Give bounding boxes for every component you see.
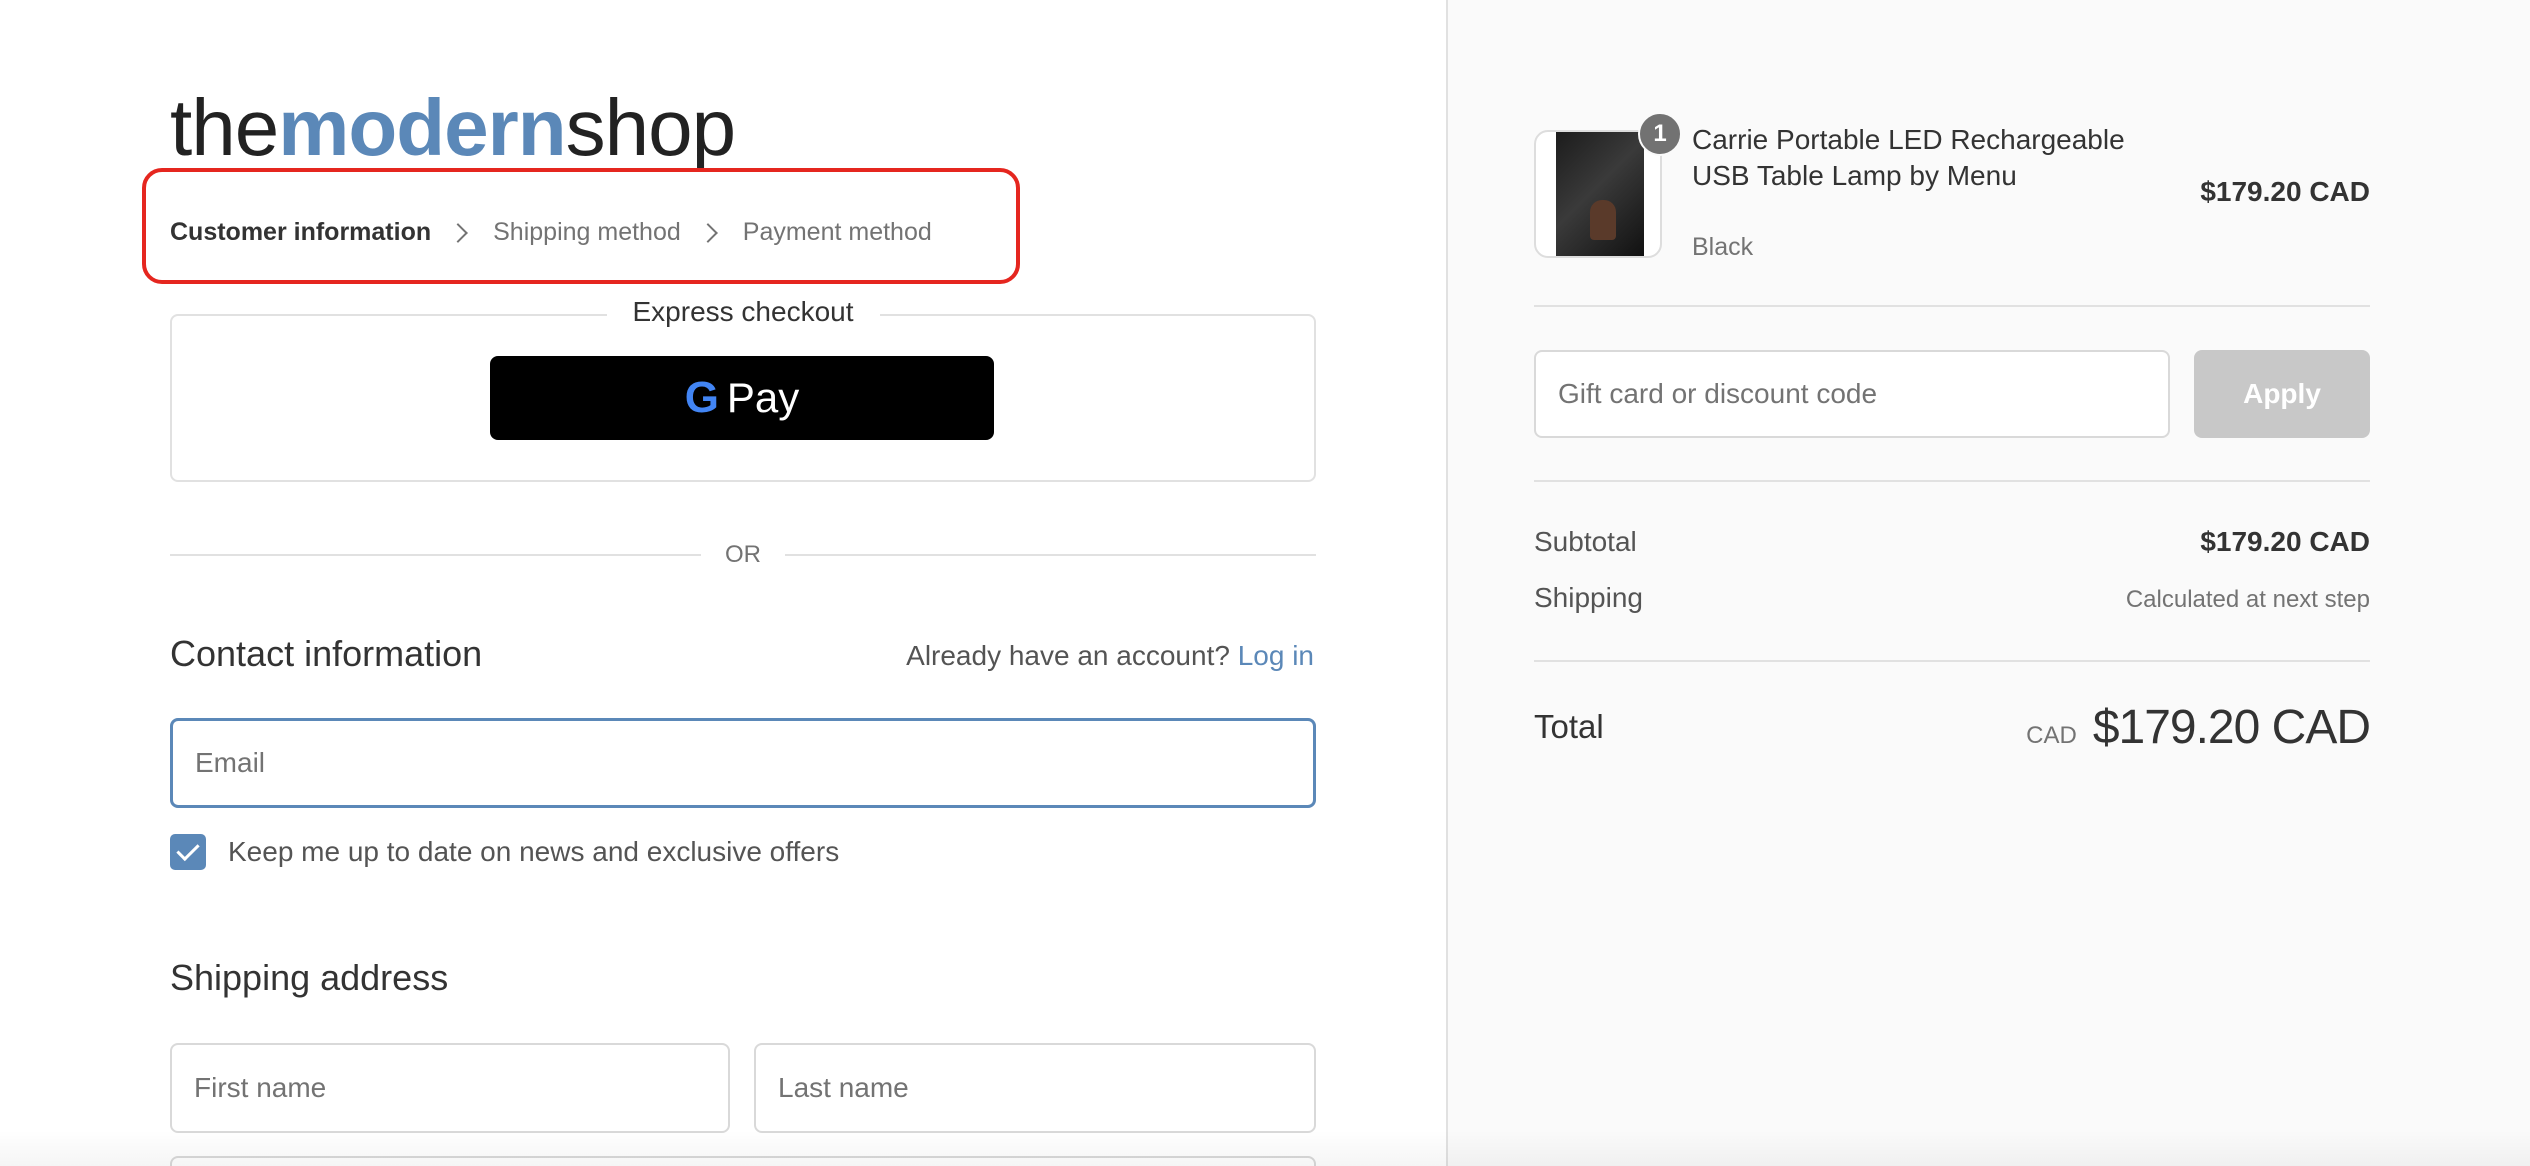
or-divider: OR	[170, 541, 1316, 569]
total-label: Total	[1534, 708, 1604, 745]
breadcrumb-customer-information: Customer information	[170, 218, 432, 246]
summary-divider	[1534, 480, 2370, 482]
summary-divider	[1534, 660, 2370, 662]
express-checkout-box: Express checkout G Pay	[170, 296, 1316, 482]
account-prompt: Already have an account? Log in	[906, 640, 1314, 671]
newsletter-option[interactable]: Keep me up to date on news and exclusive…	[170, 834, 839, 870]
total-amount: $179.20 CAD	[2092, 701, 2371, 754]
address-input-partial[interactable]	[170, 1156, 1316, 1166]
subtotal-value: $179.20 CAD	[2200, 526, 2370, 557]
express-checkout-title: Express checkout	[606, 296, 880, 327]
breadcrumb-shipping-method[interactable]: Shipping method	[493, 218, 681, 247]
shop-logo[interactable]: themodernshop	[170, 88, 736, 168]
total-currency: CAD	[2026, 722, 2077, 749]
google-pay-button[interactable]: G Pay	[490, 356, 994, 440]
email-input[interactable]	[170, 718, 1316, 808]
product-thumbnail	[1534, 130, 1662, 258]
breadcrumb-payment-method[interactable]: Payment method	[743, 218, 932, 247]
first-name-input[interactable]	[170, 1043, 730, 1133]
breadcrumb: Customer information Shipping method Pay…	[170, 218, 932, 247]
chevron-right-icon	[448, 222, 469, 243]
total-value: CAD $179.20 CAD	[2026, 700, 2371, 755]
google-pay-label: Pay	[726, 374, 800, 421]
product-variant: Black	[1692, 233, 1754, 261]
discount-code-input[interactable]	[1534, 350, 2170, 438]
newsletter-checkbox[interactable]	[170, 834, 206, 870]
last-name-input[interactable]	[754, 1043, 1316, 1133]
product-name: Carrie Portable LED Rechargeable USB Tab…	[1692, 124, 2125, 191]
google-icon: G	[684, 373, 719, 422]
summary-divider	[1534, 305, 2370, 307]
contact-information-heading: Contact information	[170, 633, 483, 674]
chevron-right-icon	[697, 222, 718, 243]
shipping-address-heading: Shipping address	[170, 957, 449, 998]
newsletter-label: Keep me up to date on news and exclusive…	[228, 836, 840, 867]
quantity-badge: 1	[1638, 112, 1682, 156]
shipping-value: Calculated at next step	[2125, 586, 2370, 613]
apply-discount-button[interactable]: Apply	[2194, 350, 2370, 438]
subtotal-label: Subtotal	[1534, 526, 1637, 557]
shipping-label: Shipping	[1534, 582, 1643, 613]
product-price: $179.20 CAD	[2200, 176, 2370, 207]
login-link[interactable]: Log in	[1238, 640, 1314, 671]
